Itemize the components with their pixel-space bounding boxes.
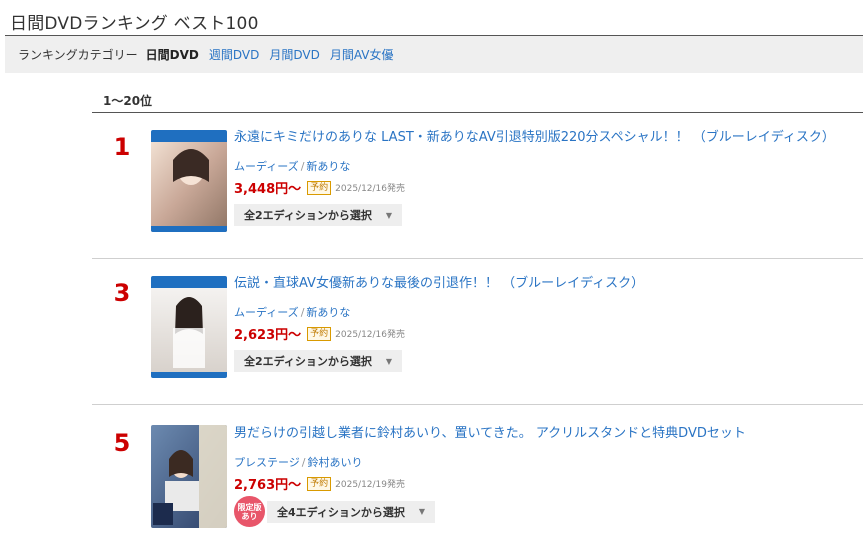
release-date: 2025/12/16発売 [335,184,406,194]
edition-select-button[interactable]: 全4エディションから選択 ▼ [267,500,436,523]
category-label: ランキングカテゴリー [18,48,138,62]
edition-select-label: 全2エディションから選択 [244,209,372,222]
product-cover-image[interactable] [151,130,227,232]
preorder-badge: 予約 [307,326,332,341]
product-title-link[interactable]: 男だらけの引越し業者に鈴村あいり、置いてきた。 アクリルスタンドと特典DVDセッ… [234,425,853,442]
price: 2,623円〜 [234,328,302,343]
edition-select-button[interactable]: 全2エディションから選択 ▼ [234,204,403,226]
preorder-badge: 予約 [307,180,332,195]
preorder-badge: 予約 [307,476,332,491]
actress-link[interactable]: 鈴村あいり [308,456,363,469]
range-heading: 1〜20位 [103,94,153,108]
edition-select-label: 全4エディションから選択 [277,505,405,519]
maker-link[interactable]: プレステージ [234,456,300,469]
caret-down-icon: ▼ [418,507,426,516]
ranking-item: 1 永遠にキミだけのありな LAST・新ありなAV引退特別版220分スペシャル！… [92,113,863,259]
product-cover-image[interactable] [151,276,227,378]
caret-down-icon: ▼ [385,356,393,366]
product-cover-image[interactable] [151,425,227,528]
limited-edition-badge: 限定版あり [234,496,265,527]
rank-number: 5 [113,429,131,457]
category-link-monthly-actress[interactable]: 月間AV女優 [330,46,394,63]
rank-number: 3 [113,279,131,307]
ranking-item: 3 伝説・直球AV女優新ありな最後の引退作！！ （ブルーレイディスク） ムーディ… [92,259,863,405]
category-current: 日間DVD [145,48,199,62]
release-date: 2025/12/19発売 [335,480,406,490]
category-link-weekly-dvd[interactable]: 週間DVD [209,46,259,63]
caret-down-icon: ▼ [385,210,393,220]
page-title: 日間DVDランキング ベスト100 [10,14,259,34]
release-date: 2025/12/16発売 [335,330,406,340]
edition-select-label: 全2エディションから選択 [244,355,372,368]
edition-select-button[interactable]: 全2エディションから選択 ▼ [234,350,403,372]
rank-number: 1 [113,133,131,161]
category-link-monthly-dvd[interactable]: 月間DVD [269,46,319,63]
price: 3,448円〜 [234,182,302,197]
actress-link[interactable]: 新ありな [306,160,350,173]
product-title-link[interactable]: 永遠にキミだけのありな LAST・新ありなAV引退特別版220分スペシャル！！ … [234,129,853,146]
actress-link[interactable]: 新ありな [306,306,350,319]
item-divider [92,404,863,405]
price: 2,763円〜 [234,478,302,493]
ranking-item: 5 男だらけの引越し業者に鈴村あいり、置いてきた。 アクリルスタンドと特典DVD… [92,409,863,555]
maker-link[interactable]: ムーディーズ [234,160,299,173]
maker-link[interactable]: ムーディーズ [234,306,299,319]
product-title-link[interactable]: 伝説・直球AV女優新ありな最後の引退作！！ （ブルーレイディスク） [234,275,853,292]
category-bar: ランキングカテゴリー 日間DVD 週間DVD 月間DVD 月間AV女優 [5,36,863,73]
